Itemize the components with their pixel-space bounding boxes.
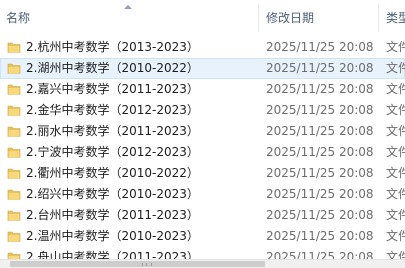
file-modified-date: 2025/11/25 20:08 bbox=[266, 82, 374, 96]
file-name: 2.宁波中考数学（2012-2023） bbox=[26, 145, 199, 159]
file-modified-date: 2025/11/25 20:08 bbox=[266, 103, 374, 117]
file-row[interactable]: 2.温州中考数学（2010-2023） 2025/11/25 20:08 文件 bbox=[0, 226, 405, 247]
file-type: 文件 bbox=[386, 229, 405, 243]
file-modified-date: 2025/11/25 20:08 bbox=[266, 145, 374, 159]
folder-icon bbox=[7, 103, 21, 117]
file-name: 2.杭州中考数学（2013-2023） bbox=[26, 40, 199, 54]
file-name: 2.绍兴中考数学（2010-2023） bbox=[26, 187, 199, 201]
column-header-date[interactable]: 修改日期 bbox=[258, 0, 378, 34]
folder-icon bbox=[7, 61, 21, 75]
file-name: 2.湖州中考数学（2010-2022） bbox=[26, 61, 199, 75]
file-modified-date: 2025/11/25 20:08 bbox=[266, 229, 374, 243]
file-type: 文件 bbox=[386, 103, 405, 117]
file-modified-date: 2025/11/25 20:08 bbox=[266, 124, 374, 138]
file-type: 文件 bbox=[386, 124, 405, 138]
file-name: 2.台州中考数学（2011-2023） bbox=[26, 208, 199, 222]
column-header-bar: 名称 修改日期 类型 bbox=[0, 0, 405, 34]
file-modified-date: 2025/11/25 20:08 bbox=[266, 208, 374, 222]
file-modified-date: 2025/11/25 20:08 bbox=[266, 187, 374, 201]
file-row[interactable]: 2.湖州中考数学（2010-2022） 2025/11/25 20:08 文件 bbox=[0, 58, 405, 79]
file-row[interactable]: 2.杭州中考数学（2013-2023） 2025/11/25 20:08 文件 bbox=[0, 37, 405, 58]
file-row[interactable]: 2.丽水中考数学（2011-2023） 2025/11/25 20:08 文件 bbox=[0, 121, 405, 142]
file-type: 文件 bbox=[386, 61, 405, 75]
file-name: 2.丽水中考数学（2011-2023） bbox=[26, 124, 199, 138]
folder-icon bbox=[7, 124, 21, 138]
file-type: 文件 bbox=[386, 166, 405, 180]
file-type: 文件 bbox=[386, 82, 405, 96]
file-modified-date: 2025/11/25 20:08 bbox=[266, 61, 374, 75]
file-modified-date: 2025/11/25 20:08 bbox=[266, 166, 374, 180]
folder-icon bbox=[7, 82, 21, 96]
file-name: 2.衢州中考数学（2010-2022） bbox=[26, 166, 199, 180]
file-list: 2.杭州中考数学（2013-2023） 2025/11/25 20:08 文件 2.湖… bbox=[0, 37, 405, 268]
folder-icon bbox=[7, 166, 21, 180]
file-modified-date: 2025/11/25 20:08 bbox=[266, 40, 374, 54]
folder-icon bbox=[7, 40, 21, 54]
column-header-name[interactable]: 名称 bbox=[0, 0, 258, 34]
file-name: 2.金华中考数学（2012-2023） bbox=[26, 103, 199, 117]
scrollbar-grip bbox=[142, 263, 152, 266]
file-name: 2.嘉兴中考数学（2011-2023） bbox=[26, 82, 199, 96]
column-header-type[interactable]: 类型 bbox=[378, 0, 405, 34]
file-row[interactable]: 2.衢州中考数学（2010-2022） 2025/11/25 20:08 文件 bbox=[0, 163, 405, 184]
file-row[interactable]: 2.宁波中考数学（2012-2023） 2025/11/25 20:08 文件 bbox=[0, 142, 405, 163]
folder-icon bbox=[7, 145, 21, 159]
scrollbar-thumb[interactable] bbox=[10, 261, 265, 267]
folder-icon bbox=[7, 208, 21, 222]
folder-icon bbox=[7, 229, 21, 243]
file-type: 文件 bbox=[386, 208, 405, 222]
horizontal-scrollbar[interactable] bbox=[0, 259, 405, 268]
file-type: 文件 bbox=[386, 187, 405, 201]
file-row[interactable]: 2.金华中考数学（2012-2023） 2025/11/25 20:08 文件 bbox=[0, 100, 405, 121]
file-name: 2.温州中考数学（2010-2023） bbox=[26, 229, 199, 243]
file-type: 文件 bbox=[386, 145, 405, 159]
folder-icon bbox=[7, 187, 21, 201]
file-row[interactable]: 2.台州中考数学（2011-2023） 2025/11/25 20:08 文件 bbox=[0, 205, 405, 226]
file-row[interactable]: 2.绍兴中考数学（2010-2023） 2025/11/25 20:08 文件 bbox=[0, 184, 405, 205]
file-row[interactable]: 2.嘉兴中考数学（2011-2023） 2025/11/25 20:08 文件 bbox=[0, 79, 405, 100]
file-type: 文件 bbox=[386, 40, 405, 54]
